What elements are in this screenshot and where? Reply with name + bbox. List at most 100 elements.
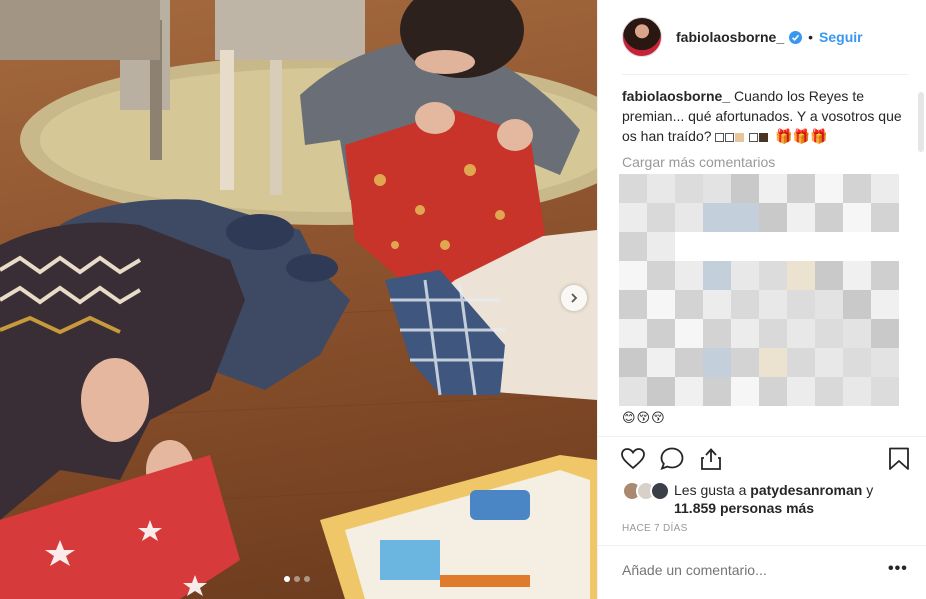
post-photo[interactable]: [0, 0, 597, 599]
pixel-block: [647, 319, 675, 348]
likes-others-count[interactable]: 11.859 personas más: [674, 500, 814, 516]
pixel-block: [871, 203, 899, 232]
pixel-block: [619, 348, 647, 377]
pixel-block: [787, 290, 815, 319]
pixel-block: [647, 261, 675, 290]
comments-section: fabiolaosborne_ Cuando los Reyes te prem…: [622, 86, 912, 170]
liker-avatars[interactable]: [622, 481, 674, 501]
pixel-block: [675, 377, 703, 406]
pixel-block: [619, 377, 647, 406]
pixel-block: [675, 203, 703, 232]
speech-bubble-icon: [660, 447, 684, 471]
pixel-block: [843, 290, 871, 319]
pixel-block: [843, 203, 871, 232]
share-button[interactable]: [698, 446, 724, 472]
pixel-block: [871, 261, 899, 290]
pixel-block: [619, 261, 647, 290]
pixel-block: [843, 348, 871, 377]
pixel-block: [619, 203, 647, 232]
add-comment-input[interactable]: [622, 562, 862, 578]
pixel-block: [871, 232, 899, 261]
carousel-dot-2: [294, 576, 300, 582]
pixel-block: [731, 203, 759, 232]
pixel-block: [759, 348, 787, 377]
pixel-block: [731, 290, 759, 319]
pixel-block: [619, 232, 647, 261]
pixel-block: [703, 261, 731, 290]
verified-badge-icon: [789, 30, 803, 44]
follow-button[interactable]: Seguir: [819, 29, 863, 45]
pixel-block: [647, 377, 675, 406]
liker-avatar-3[interactable]: [650, 481, 670, 501]
pixel-block: [619, 319, 647, 348]
pixel-block: [787, 232, 815, 261]
author-username[interactable]: fabiolaosborne_: [676, 29, 784, 45]
pixel-block: [731, 174, 759, 203]
like-button[interactable]: [620, 446, 646, 472]
load-more-comments-button[interactable]: Cargar más comentarios: [622, 154, 912, 170]
pixel-block: [815, 319, 843, 348]
carousel-next-button[interactable]: [561, 285, 587, 311]
pixel-block: [703, 232, 731, 261]
top-liker-username[interactable]: patydesanroman: [750, 482, 862, 498]
pixel-block: [731, 377, 759, 406]
heart-outline-icon: [621, 448, 645, 470]
pixel-block: [731, 319, 759, 348]
carousel-dot-1: [284, 576, 290, 582]
post-action-bar: [620, 446, 912, 474]
post-side-panel: fabiolaosborne_ • Seguir fabiolaosborne_…: [597, 0, 926, 599]
pixel-block: [787, 319, 815, 348]
pixel-block: [675, 348, 703, 377]
pixel-block: [871, 377, 899, 406]
pixel-block: [619, 290, 647, 319]
actions-divider: [598, 436, 926, 437]
bookmark-icon: [889, 447, 909, 470]
author-avatar[interactable]: [622, 17, 662, 57]
share-upload-icon: [701, 448, 721, 470]
comments-scrollbar[interactable]: [918, 92, 924, 152]
pixelated-comments-block: [619, 174, 899, 408]
pixel-block: [871, 319, 899, 348]
pixel-block: [843, 232, 871, 261]
pixel-block: [703, 319, 731, 348]
pixel-block: [759, 261, 787, 290]
pixel-block: [843, 174, 871, 203]
pixel-block: [843, 377, 871, 406]
pixel-block: [731, 261, 759, 290]
pixel-block: [843, 261, 871, 290]
pixel-block: [647, 290, 675, 319]
pixel-block: [675, 290, 703, 319]
comment-button[interactable]: [659, 446, 685, 472]
pixel-block: [759, 377, 787, 406]
pixel-block: [815, 232, 843, 261]
caption-emoji-squares: [715, 128, 769, 144]
pixel-block: [675, 319, 703, 348]
chevron-right-icon: [571, 293, 578, 303]
pixel-block: [787, 203, 815, 232]
pixel-block: [731, 348, 759, 377]
pixel-block: [815, 290, 843, 319]
pixel-block: [703, 348, 731, 377]
pixel-block: [815, 377, 843, 406]
likes-summary: Les gusta a patydesanroman y 11.859 pers…: [622, 481, 912, 517]
post-caption: fabiolaosborne_ Cuando los Reyes te prem…: [622, 86, 902, 146]
more-options-button[interactable]: •••: [888, 560, 908, 578]
pixel-block: [675, 261, 703, 290]
pixel-block: [759, 232, 787, 261]
pixel-block: [647, 174, 675, 203]
pixel-block: [787, 174, 815, 203]
pixel-block: [815, 261, 843, 290]
pixel-block: [619, 174, 647, 203]
likes-text: Les gusta a patydesanroman y 11.859 pers…: [674, 481, 873, 517]
carousel-dot-3: [304, 576, 310, 582]
save-button[interactable]: [886, 446, 912, 472]
pixel-block: [787, 377, 815, 406]
pixel-block: [759, 203, 787, 232]
pixel-block: [787, 261, 815, 290]
post-timestamp[interactable]: HACE 7 DÍAS: [622, 523, 688, 534]
pixel-block: [703, 290, 731, 319]
caption-username[interactable]: fabiolaosborne_: [622, 88, 730, 104]
pixel-block: [871, 348, 899, 377]
post-header: fabiolaosborne_ • Seguir: [598, 0, 926, 74]
pixel-block: [759, 290, 787, 319]
